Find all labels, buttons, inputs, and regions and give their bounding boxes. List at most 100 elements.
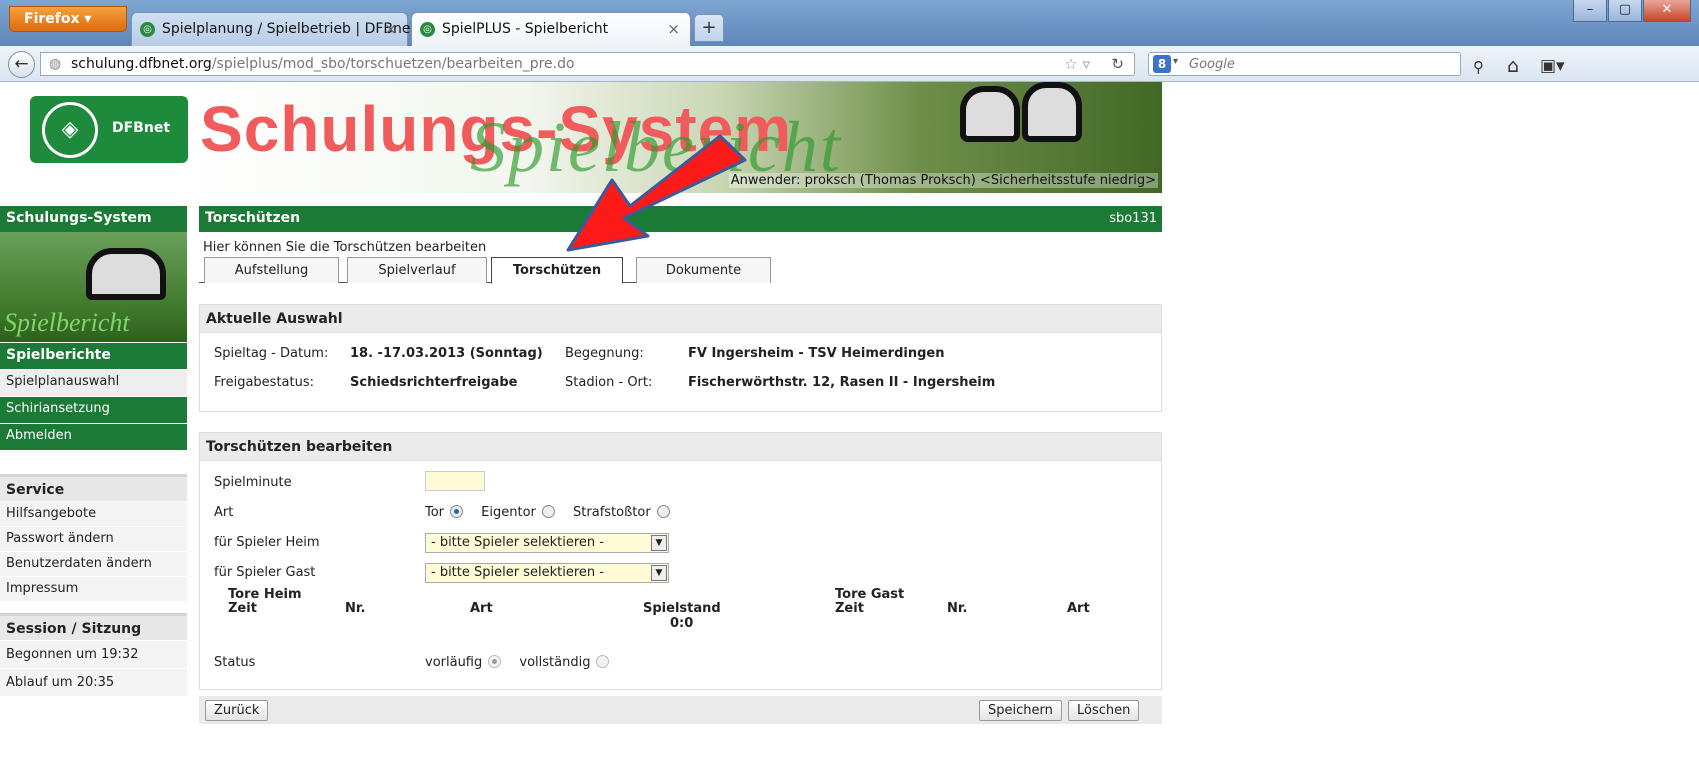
begegnung-label: Begegnung:: [565, 346, 644, 361]
sidebar-item-hilfsangebote[interactable]: Hilfsangebote: [0, 501, 187, 526]
current-selection-header: Aktuelle Auswahl: [200, 305, 1161, 333]
sidebar-item-spielplanauswahl[interactable]: Spielplanauswahl: [0, 369, 187, 396]
save-button[interactable]: Speichern: [979, 700, 1062, 721]
page-code: sbo131: [1109, 211, 1157, 226]
search-placeholder: Google: [1189, 57, 1235, 72]
red-pointer-arrow: [566, 134, 747, 252]
begegnung-value: FV Ingersheim - TSV Heimerdingen: [688, 346, 945, 361]
spieler-gast-select[interactable]: - bitte Spieler selektieren - ▼: [425, 563, 669, 583]
new-tab-plus-icon[interactable]: +: [694, 14, 724, 42]
art-radio-tor[interactable]: [450, 505, 464, 518]
tab-close-icon[interactable]: ×: [384, 20, 397, 38]
dfbnet-logo[interactable]: ◈ DFBnet: [30, 96, 188, 163]
service-section: Service Hilfsangebote Passwort ändern Be…: [0, 474, 187, 601]
art-radio-eigentor[interactable]: [541, 505, 555, 518]
status-label: Status: [214, 655, 256, 670]
spielstand-value: 0:0: [670, 616, 694, 631]
back-arrow-icon[interactable]: ←: [8, 51, 35, 78]
browser-navigation-bar: ← ◍ schulung.dfbnet.org/spielplus/mod_sb…: [0, 46, 1699, 82]
search-bar[interactable]: 8 ▾ Google: [1148, 52, 1461, 76]
window-controls: – ▢ ✕: [1572, 0, 1691, 24]
back-button[interactable]: Zurück: [205, 700, 269, 721]
art-option-strafstosstor-label: Strafstoßtor: [573, 505, 651, 520]
edit-scorers-box: Torschützen bearbeiten Spielminute Art T…: [199, 432, 1162, 690]
action-bar: Zurück Speichern Löschen: [199, 696, 1162, 724]
football-boots-image: [86, 248, 166, 300]
sidebar: Schulungs-System Spielbericht Spielberic…: [0, 206, 187, 696]
art-radio-group: Tor Eigentor Strafstoßtor: [425, 505, 684, 520]
art-radio-strafstosstor[interactable]: [656, 505, 670, 518]
spieler-gast-label: für Spieler Gast: [214, 565, 316, 580]
page-title: Torschützen: [205, 210, 301, 226]
tab-title: Spielplanung / Spielbetrieb | DFBnet: [162, 21, 416, 37]
current-selection-box: Aktuelle Auswahl Spieltag - Datum: 18. -…: [199, 304, 1162, 412]
spieltag-label: Spieltag - Datum:: [214, 346, 329, 361]
gast-col-zeit: Zeit: [835, 601, 864, 616]
globe-icon: ◍: [49, 56, 62, 72]
sidebar-item-passwort[interactable]: Passwort ändern: [0, 526, 187, 551]
heim-col-nr: Nr.: [345, 601, 366, 616]
heim-col-zeit: Zeit: [228, 601, 257, 616]
browser-tab-spielplanung[interactable]: ◎ Spielplanung / Spielbetrieb | DFBnet ×: [131, 12, 416, 46]
session-header: Session / Sitzung: [0, 613, 187, 640]
firefox-menu-button[interactable]: Firefox ▾: [9, 6, 127, 32]
session-start: Begonnen um 19:32: [0, 640, 187, 668]
edit-scorers-header: Torschützen bearbeiten: [200, 433, 1161, 461]
tore-heim-header: Tore Heim: [228, 587, 302, 602]
sidebar-item-benutzerdaten[interactable]: Benutzerdaten ändern: [0, 551, 187, 576]
chevron-down-icon[interactable]: ▼: [651, 535, 667, 551]
tore-gast-header: Tore Gast: [835, 587, 905, 602]
home-icon[interactable]: ⌂: [1507, 55, 1519, 77]
chevron-down-icon[interactable]: ▼: [651, 565, 667, 581]
football-boot-left-image: [960, 86, 1020, 142]
minimize-icon[interactable]: –: [1573, 0, 1607, 22]
spieler-heim-label: für Spieler Heim: [214, 535, 320, 550]
url-path: /spielplus/mod_sbo/torschuetzen/bearbeit…: [211, 56, 575, 72]
sidebar-item-abmelden[interactable]: Abmelden: [0, 423, 187, 450]
search-magnifier-icon[interactable]: ⚲: [1473, 58, 1484, 76]
google-engine-icon[interactable]: 8: [1153, 55, 1171, 73]
engine-dropdown-icon[interactable]: ▾: [1173, 56, 1178, 67]
maximize-icon[interactable]: ▢: [1608, 0, 1642, 22]
dfb-emblem-icon: ◈: [42, 102, 98, 158]
status-vorlaeufig-label: vorläufig: [425, 655, 483, 670]
dfb-favicon-icon: ◎: [140, 22, 155, 37]
sidebar-item-spielberichte[interactable]: Spielberichte: [0, 342, 187, 369]
status-radio-group: vorläufig vollständig: [425, 655, 623, 670]
sidebar-item-schiriansetzung[interactable]: Schiriansetzung: [0, 396, 187, 423]
url-host: schulung.dfbnet.org: [71, 56, 212, 72]
tab-close-icon[interactable]: ×: [667, 20, 680, 38]
freigabe-label: Freigabestatus:: [214, 375, 314, 390]
close-window-icon[interactable]: ✕: [1643, 0, 1691, 22]
tab-aufstellung[interactable]: Aufstellung: [204, 257, 339, 283]
browser-tab-spielbericht[interactable]: ◎ SpielPLUS - Spielbericht ×: [411, 12, 691, 46]
stadion-label: Stadion - Ort:: [565, 375, 653, 390]
spielminute-input[interactable]: [425, 471, 485, 491]
status-vollstaendig-label: vollständig: [519, 655, 591, 670]
delete-button[interactable]: Löschen: [1068, 700, 1140, 721]
bookmarks-menu-icon[interactable]: ▣▾: [1540, 56, 1565, 76]
url-bar[interactable]: ◍ schulung.dfbnet.org/spielplus/mod_sbo/…: [40, 52, 1135, 76]
user-info: Anwender: proksch (Thomas Proksch) <Sich…: [728, 173, 1158, 188]
status-radio-vorlaeufig[interactable]: [488, 655, 502, 668]
session-section: Session / Sitzung Begonnen um 19:32 Abla…: [0, 613, 187, 696]
session-expiry: Ablauf um 20:35: [0, 668, 187, 696]
art-label: Art: [214, 505, 234, 520]
sidebar-item-impressum[interactable]: Impressum: [0, 576, 187, 601]
browser-tab-strip: Firefox ▾ ◎ Spielplanung / Spielbetrieb …: [0, 0, 1699, 46]
spieler-heim-select[interactable]: - bitte Spieler selektieren - ▼: [425, 533, 669, 553]
art-option-eigentor-label: Eigentor: [481, 505, 536, 520]
freigabe-value: Schiedsrichterfreigabe: [350, 375, 518, 390]
arrow-shape: [566, 134, 747, 252]
sidebar-image: Spielbericht: [0, 232, 187, 342]
spieler-gast-value: - bitte Spieler selektieren -: [431, 565, 604, 580]
tab-title: SpielPLUS - Spielbericht: [442, 21, 609, 37]
col-spielstand: Spielstand: [643, 601, 721, 616]
reload-icon[interactable]: ↻: [1111, 55, 1124, 73]
tab-spielverlauf[interactable]: Spielverlauf: [347, 257, 487, 283]
gast-col-nr: Nr.: [947, 601, 968, 616]
dfb-favicon-icon: ◎: [420, 22, 435, 37]
sidebar-header: Schulungs-System: [0, 206, 187, 232]
bookmark-star-icon[interactable]: ☆ ▿: [1064, 55, 1090, 73]
status-radio-vollstaendig[interactable]: [596, 655, 610, 668]
